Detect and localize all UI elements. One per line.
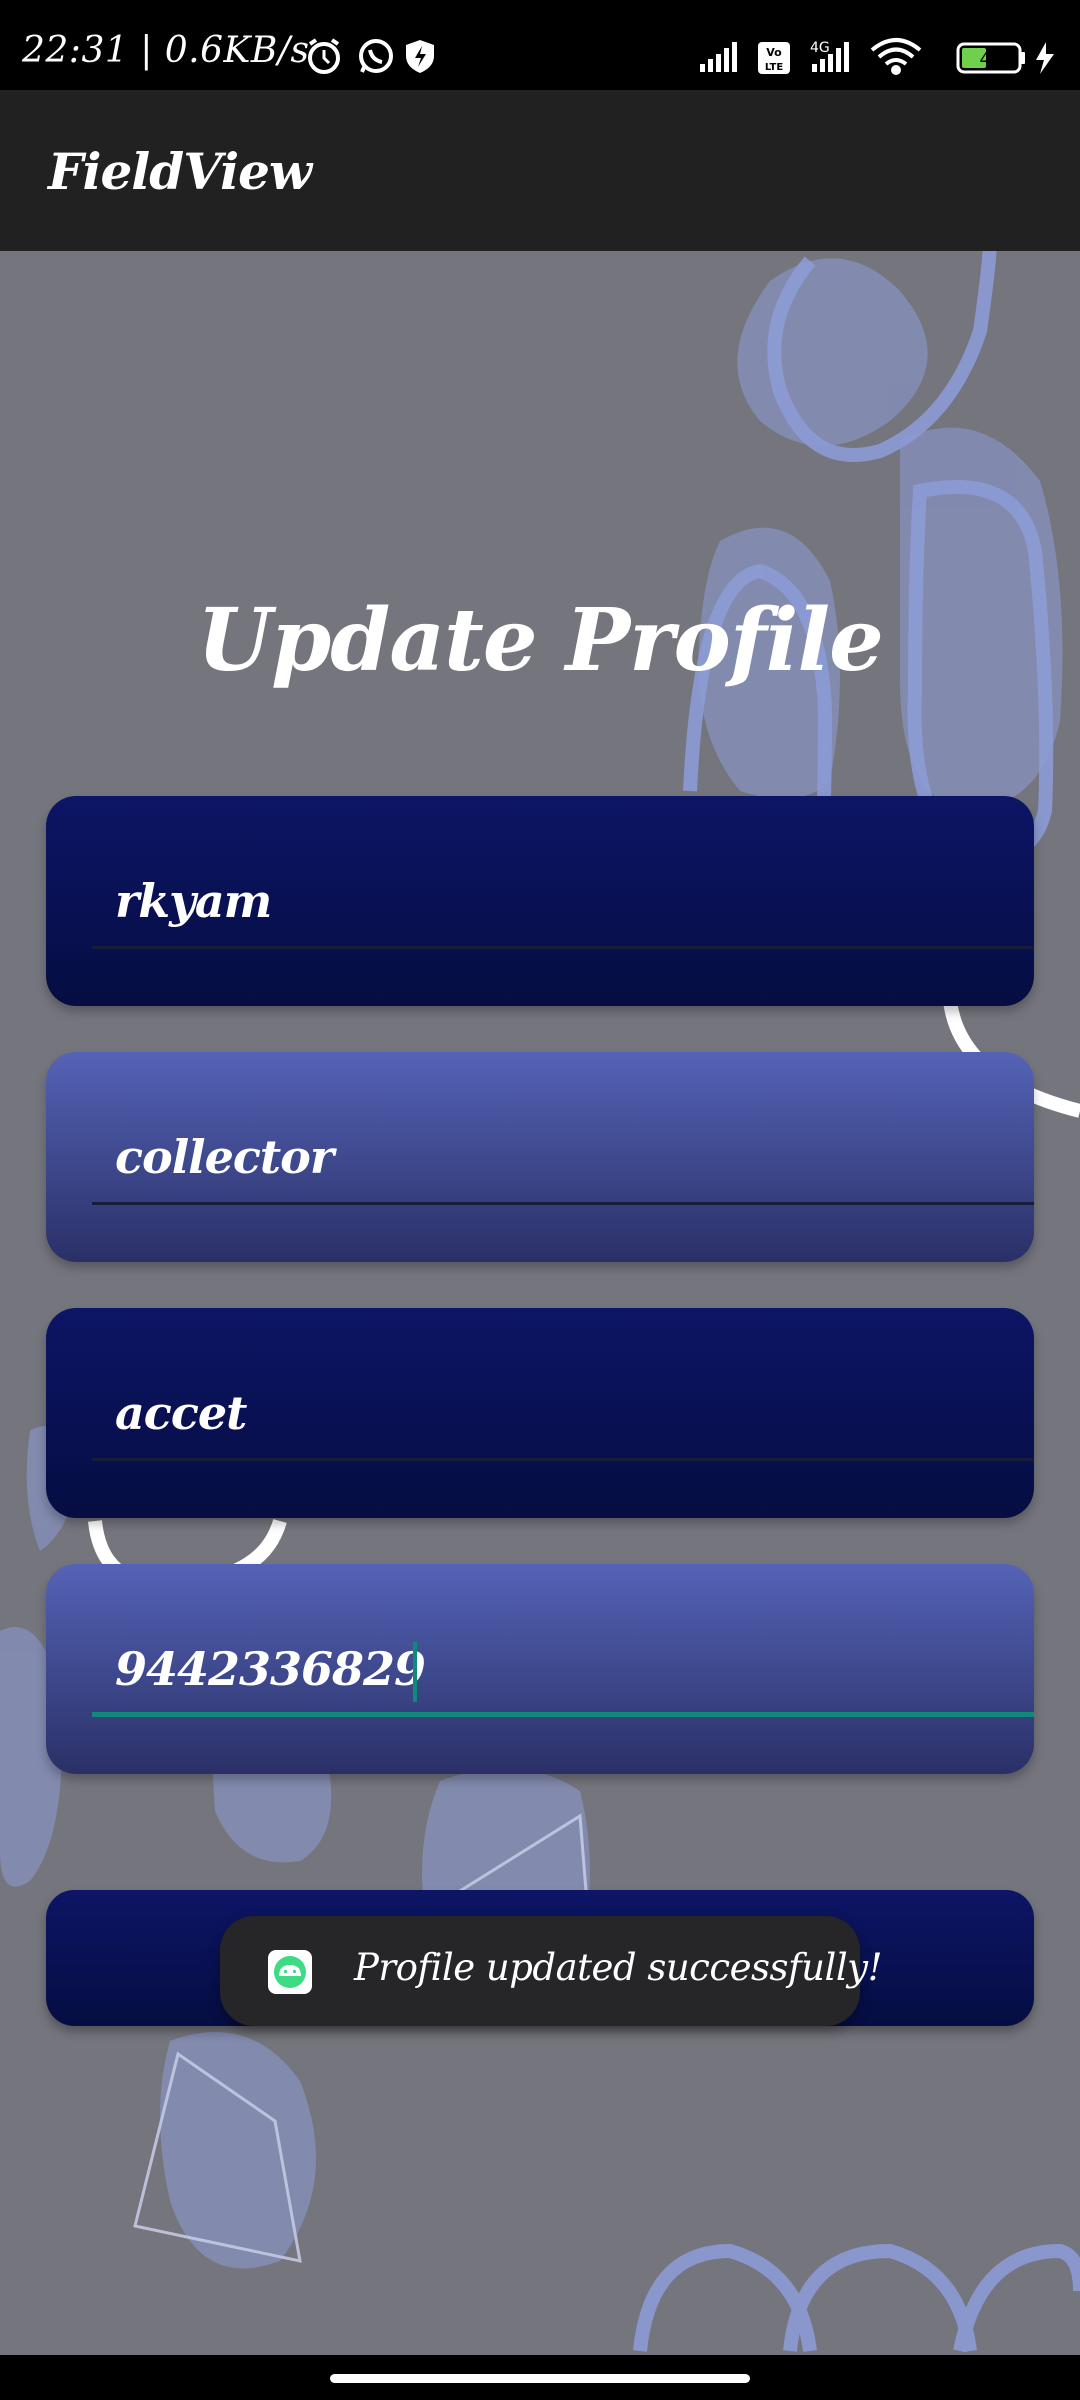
status-bar: 22:31 | 0.6KB/s Vo LTE 4G 40 xyxy=(0,0,1080,90)
charging-icon xyxy=(1036,42,1054,74)
volte-icon: Vo LTE xyxy=(758,42,790,74)
app-title: FieldView xyxy=(48,142,312,201)
alarm-icon xyxy=(308,38,340,74)
whatsapp-icon xyxy=(359,39,393,73)
toast-notification: Profile updated successfully! xyxy=(220,1916,882,2026)
battery-level-text: 40 xyxy=(980,49,1003,70)
role-card xyxy=(46,1052,1034,1262)
organization-underline xyxy=(92,1458,1034,1461)
phone-underline xyxy=(92,1712,1034,1717)
svg-text:Vo: Vo xyxy=(766,46,782,59)
status-time: 22:31 | 0.6KB/s xyxy=(22,30,310,71)
role-underline xyxy=(92,1202,1034,1205)
text-cursor xyxy=(413,1642,417,1702)
home-indicator[interactable] xyxy=(330,2374,750,2383)
status-icons-right: Vo LTE 4G 40 xyxy=(700,38,1054,75)
svg-text:LTE: LTE xyxy=(765,62,784,73)
clock-text: 22:31 xyxy=(22,30,129,71)
username-card xyxy=(46,796,1034,1006)
wifi-icon xyxy=(870,38,922,75)
role-field[interactable] xyxy=(92,1122,992,1192)
signal-4g-icon: 4G xyxy=(810,40,849,72)
app-bar: FieldView xyxy=(0,90,1080,251)
organization-field[interactable] xyxy=(92,1378,992,1448)
phone-card xyxy=(46,1564,1034,1774)
toast-message: Profile updated successfully! xyxy=(354,1946,882,1989)
navigation-bar xyxy=(0,2355,1080,2400)
phone-field[interactable] xyxy=(92,1634,992,1704)
status-icons-left xyxy=(308,38,434,74)
signal-icon xyxy=(700,42,737,72)
username-underline xyxy=(92,946,1034,949)
svg-text:4G: 4G xyxy=(810,40,830,56)
network-speed: 0.6KB/s xyxy=(164,30,310,71)
battery-icon: 40 xyxy=(956,42,1025,74)
organization-card xyxy=(46,1308,1034,1518)
separator: | xyxy=(140,30,165,71)
android-icon xyxy=(268,1950,312,1994)
page-title: Update Profile xyxy=(197,590,884,691)
background-illustration xyxy=(0,251,1080,2353)
shield-icon xyxy=(406,40,434,73)
username-field[interactable] xyxy=(92,866,992,936)
